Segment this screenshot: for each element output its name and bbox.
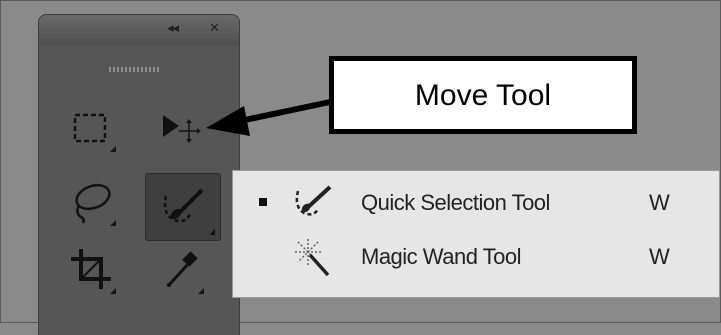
move-tool[interactable]	[149, 99, 207, 157]
flyout-item-shortcut: W	[649, 190, 670, 215]
lasso-tool[interactable]	[63, 173, 121, 231]
tool-flyout-menu: Quick Selection Tool W Magic Wand Tool W	[232, 170, 720, 298]
quick-selection-tool[interactable]	[145, 173, 221, 241]
callout-label: Move Tool	[414, 79, 552, 112]
flyout-item-quick-selection[interactable]: Quick Selection Tool W	[233, 177, 721, 227]
flyout-item-shortcut: W	[649, 244, 670, 269]
submenu-indicator	[198, 288, 204, 294]
quick-selection-brush-icon	[295, 185, 332, 216]
selected-indicator	[259, 198, 267, 206]
flyout-item-label: Quick Selection Tool	[361, 190, 550, 215]
crop-tool[interactable]	[63, 241, 121, 299]
panel-grip[interactable]	[109, 67, 161, 72]
submenu-indicator	[110, 220, 116, 226]
submenu-indicator	[110, 288, 116, 294]
submenu-indicator	[110, 146, 116, 152]
submenu-indicator	[209, 229, 215, 235]
move-arrow-icon	[163, 115, 201, 143]
eyedropper-tool[interactable]	[151, 241, 209, 299]
close-panel-icon[interactable]: ✕	[209, 21, 220, 36]
move-tool-callout: Move Tool	[329, 56, 637, 134]
magic-wand-icon	[295, 239, 330, 277]
collapse-panel-icon[interactable]: ◂◂	[167, 21, 179, 36]
flyout-item-label: Magic Wand Tool	[361, 244, 522, 269]
rectangular-marquee-tool[interactable]	[63, 99, 121, 157]
tools-panel-header[interactable]: ◂◂ ✕	[38, 14, 240, 46]
flyout-item-magic-wand[interactable]: Magic Wand Tool W	[233, 231, 721, 281]
tools-panel	[38, 45, 240, 335]
